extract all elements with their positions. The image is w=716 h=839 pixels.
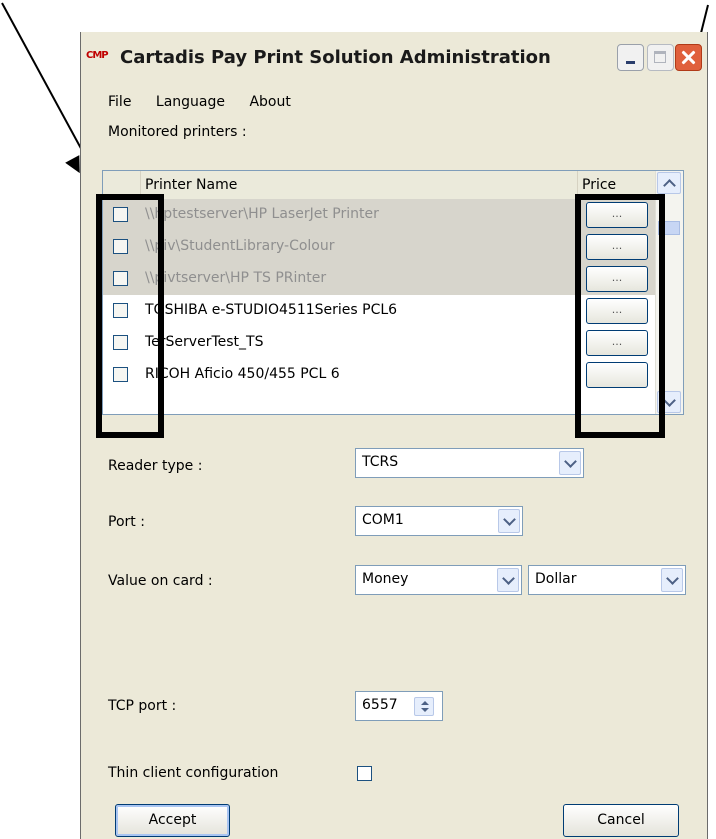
annotation-arrow-left: [1, 2, 90, 164]
maximize-button[interactable]: [647, 44, 674, 71]
printer-name: TOSHIBA e-STUDIO4511Series PCL6: [145, 302, 398, 318]
menu-language[interactable]: Language: [156, 94, 225, 110]
header-printer-name[interactable]: Printer Name: [141, 171, 578, 199]
reader-type-select[interactable]: TCRS: [355, 448, 584, 478]
tcp-port-value: 6557: [362, 697, 398, 713]
scroll-up-icon[interactable]: [657, 172, 681, 194]
accept-button[interactable]: Accept: [115, 804, 230, 837]
port-select[interactable]: COM1: [355, 506, 523, 536]
close-button[interactable]: [675, 44, 702, 71]
printer-row: RICOH Aficio 450/455 PCL 6: [103, 359, 656, 391]
printer-row: \\hptestserver\HP LaserJet Printer ...: [103, 199, 656, 231]
title-bar: CMP Cartadis Pay Print Solution Administ…: [82, 42, 706, 78]
value-on-card-value: Money: [362, 571, 409, 587]
menu-bar: File Language About: [108, 94, 311, 112]
chevron-down-icon[interactable]: [497, 568, 519, 592]
thin-client-label: Thin client configuration: [108, 765, 279, 781]
cancel-button[interactable]: Cancel: [563, 804, 679, 837]
value-on-card-select[interactable]: Money: [355, 565, 522, 595]
currency-value: Dollar: [535, 571, 577, 587]
printer-row: TerServerTest_TS ...: [103, 327, 656, 359]
menu-file[interactable]: File: [108, 94, 131, 110]
monitored-printers-label: Monitored printers :: [108, 124, 247, 140]
tcp-port-spinner[interactable]: 6557: [355, 691, 443, 721]
chevron-down-icon[interactable]: [661, 568, 683, 592]
printer-name: \\piv\StudentLibrary-Colour: [145, 238, 335, 254]
value-on-card-label: Value on card :: [108, 573, 213, 589]
printer-row: TOSHIBA e-STUDIO4511Series PCL6 ...: [103, 295, 656, 327]
list-header: Printer Name Price: [103, 171, 656, 200]
annotation-highlight-checkboxes: [96, 194, 164, 438]
spinner-arrows-icon[interactable]: [414, 697, 434, 716]
chevron-down-icon[interactable]: [559, 451, 581, 475]
printer-row: \\piv\StudentLibrary-Colour ...: [103, 231, 656, 263]
window-title: Cartadis Pay Print Solution Administrati…: [120, 47, 551, 68]
chevron-down-icon[interactable]: [498, 509, 520, 533]
currency-select[interactable]: Dollar: [528, 565, 686, 595]
reader-type-label: Reader type :: [108, 458, 203, 474]
annotation-highlight-price-buttons: [575, 194, 665, 438]
printer-name: \\pivtserver\HP TS PRinter: [145, 270, 327, 286]
port-value: COM1: [362, 512, 404, 528]
printer-name: \\hptestserver\HP LaserJet Printer: [145, 206, 379, 222]
minimize-button[interactable]: [617, 44, 644, 71]
printer-row: \\pivtserver\HP TS PRinter ...: [103, 263, 656, 295]
port-label: Port :: [108, 514, 145, 530]
printer-name: RICOH Aficio 450/455 PCL 6: [145, 366, 340, 382]
tcp-port-label: TCP port :: [108, 698, 177, 714]
reader-type-value: TCRS: [362, 454, 399, 470]
thin-client-checkbox[interactable]: [357, 766, 372, 781]
menu-about[interactable]: About: [249, 94, 290, 110]
app-logo-icon: CMP: [86, 50, 109, 61]
